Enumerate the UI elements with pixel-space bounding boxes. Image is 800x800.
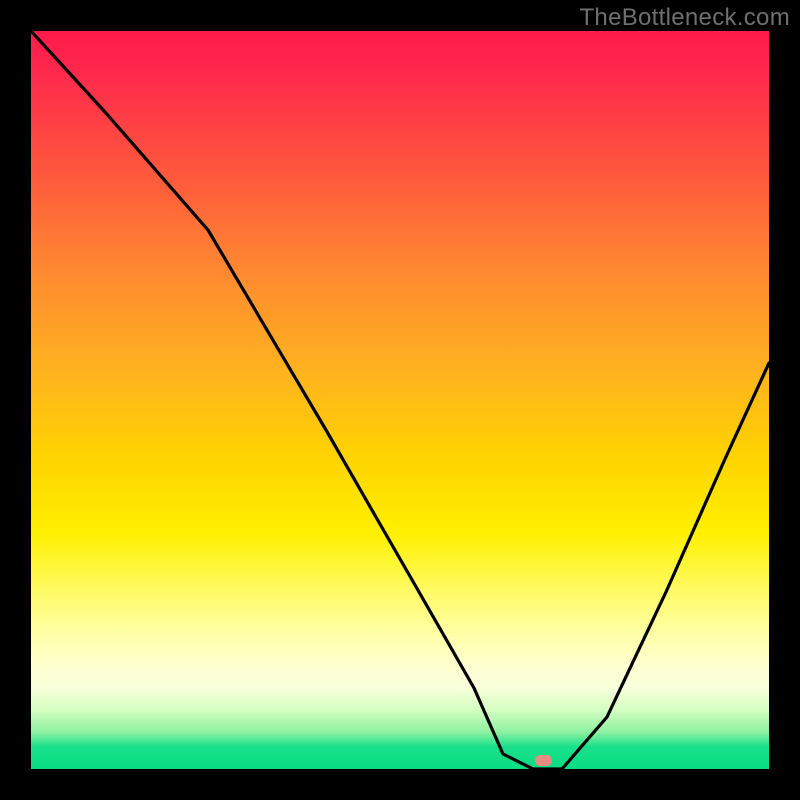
watermark-text: TheBottleneck.com xyxy=(579,4,790,32)
chart-plot-area xyxy=(31,31,769,769)
optimal-point-marker xyxy=(535,755,552,766)
